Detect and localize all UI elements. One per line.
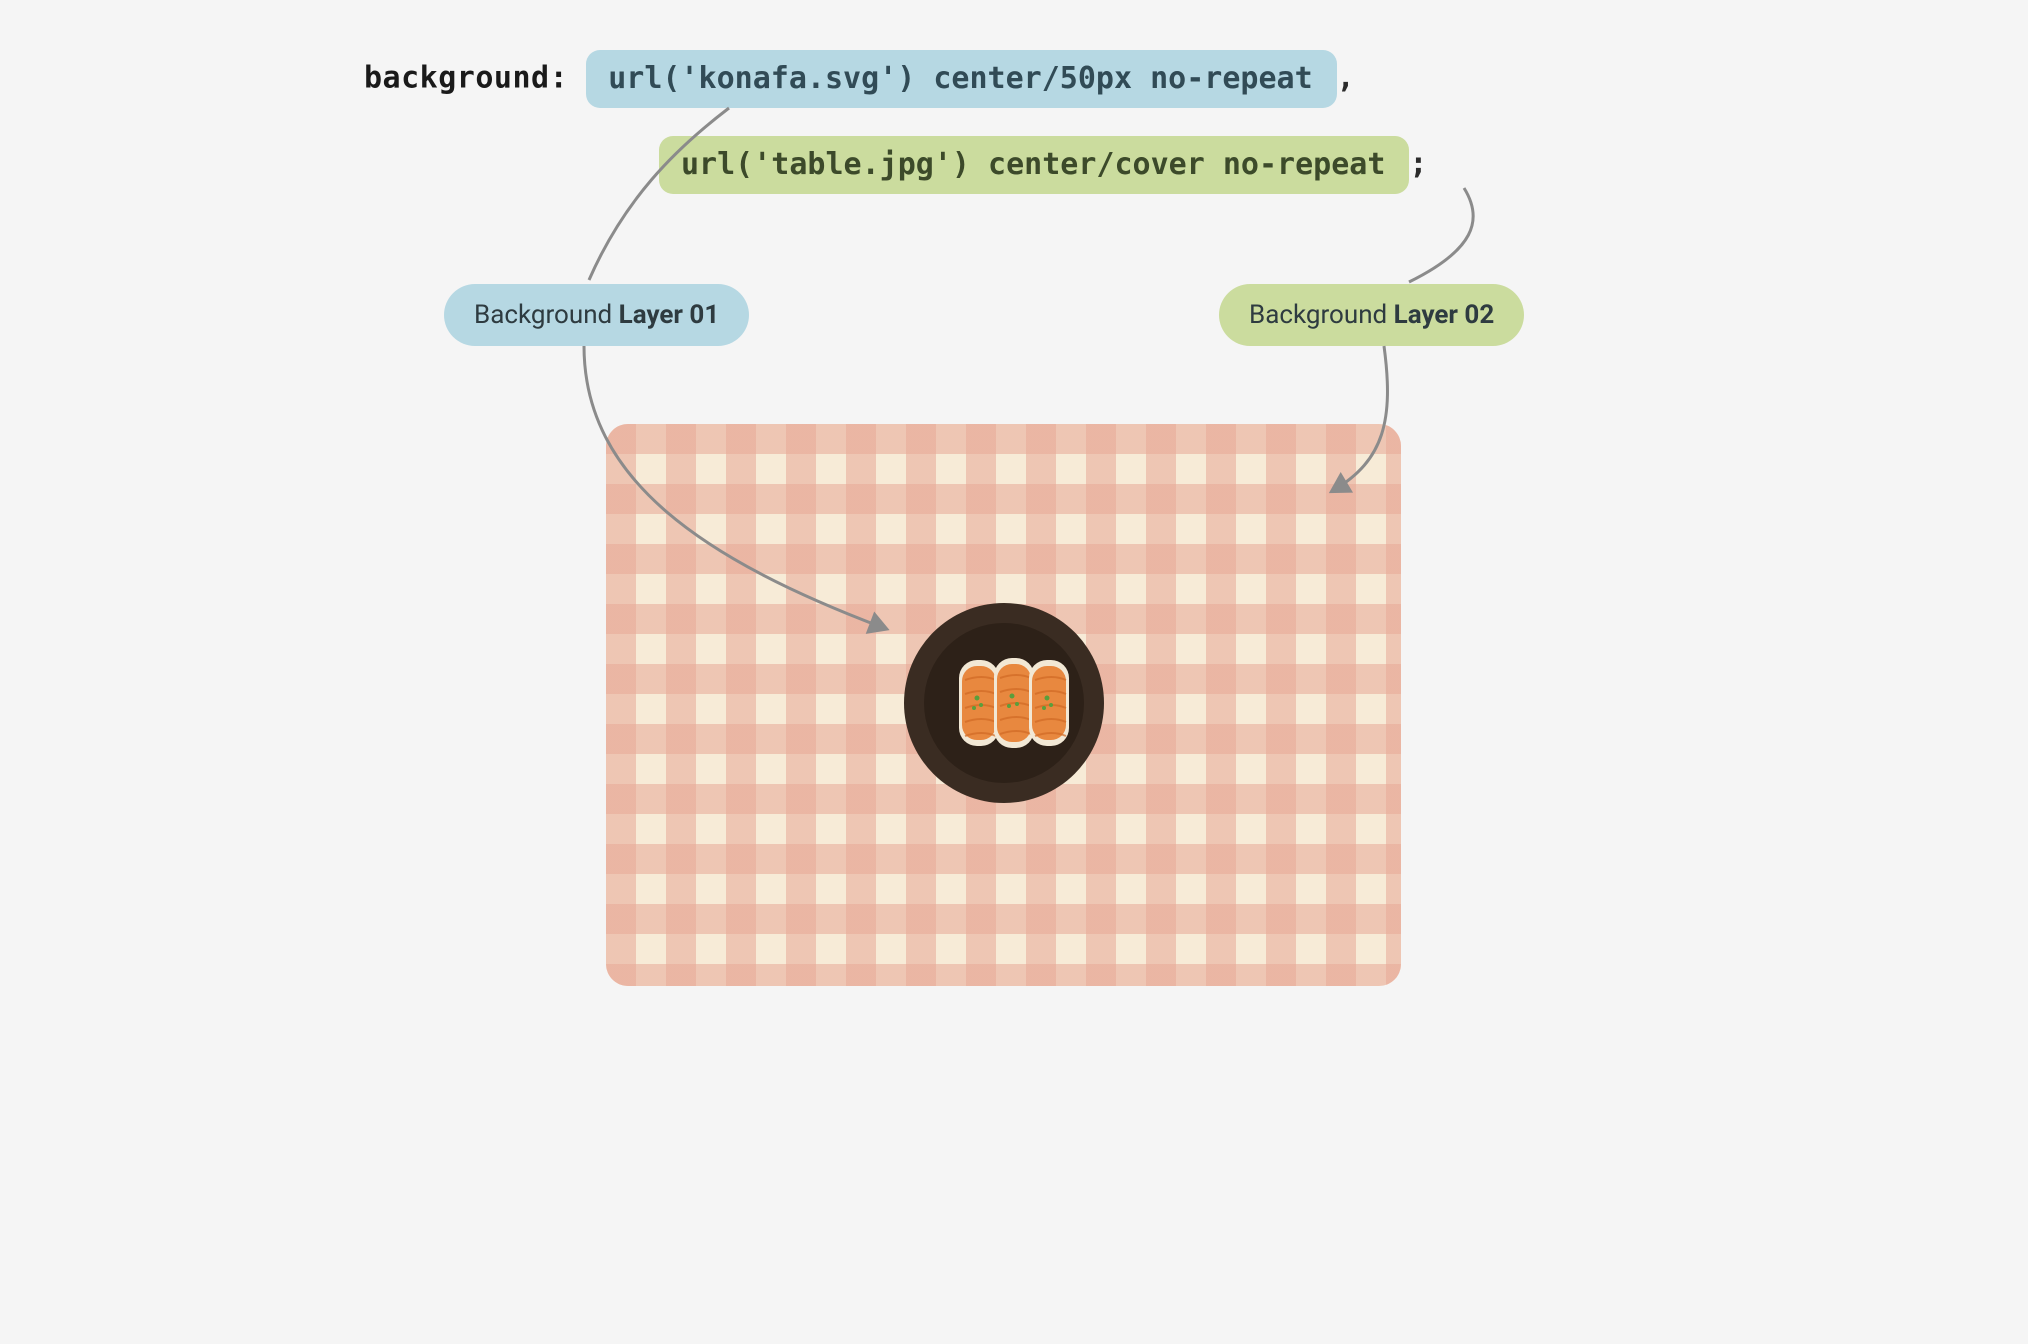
plate-icon [899,598,1109,812]
label-bold: Layer 01 [619,300,720,330]
css-value-layer-1: url('konafa.svg') center/50px no-repeat [586,50,1336,108]
code-line-2: url('table.jpg') center/cover no-repeat; [659,136,1427,194]
diagram-stage: background: url('konafa.svg') center/50p… [254,0,1774,1008]
semicolon: ; [1409,147,1427,182]
label-prefix: Background [1249,300,1394,330]
arrow-code-to-label-2 [1409,188,1473,282]
label-bold: Layer 02 [1394,300,1495,330]
css-code-block: background: url('konafa.svg') center/50p… [364,50,1427,194]
label-layer-2: Background Layer 02 [1219,284,1524,346]
label-layer-1: Background Layer 01 [444,284,749,346]
label-prefix: Background [474,300,619,330]
comma: , [1337,61,1355,96]
preview-box [606,424,1401,986]
css-property: background: [364,61,568,96]
css-value-layer-2: url('table.jpg') center/cover no-repeat [659,136,1409,194]
